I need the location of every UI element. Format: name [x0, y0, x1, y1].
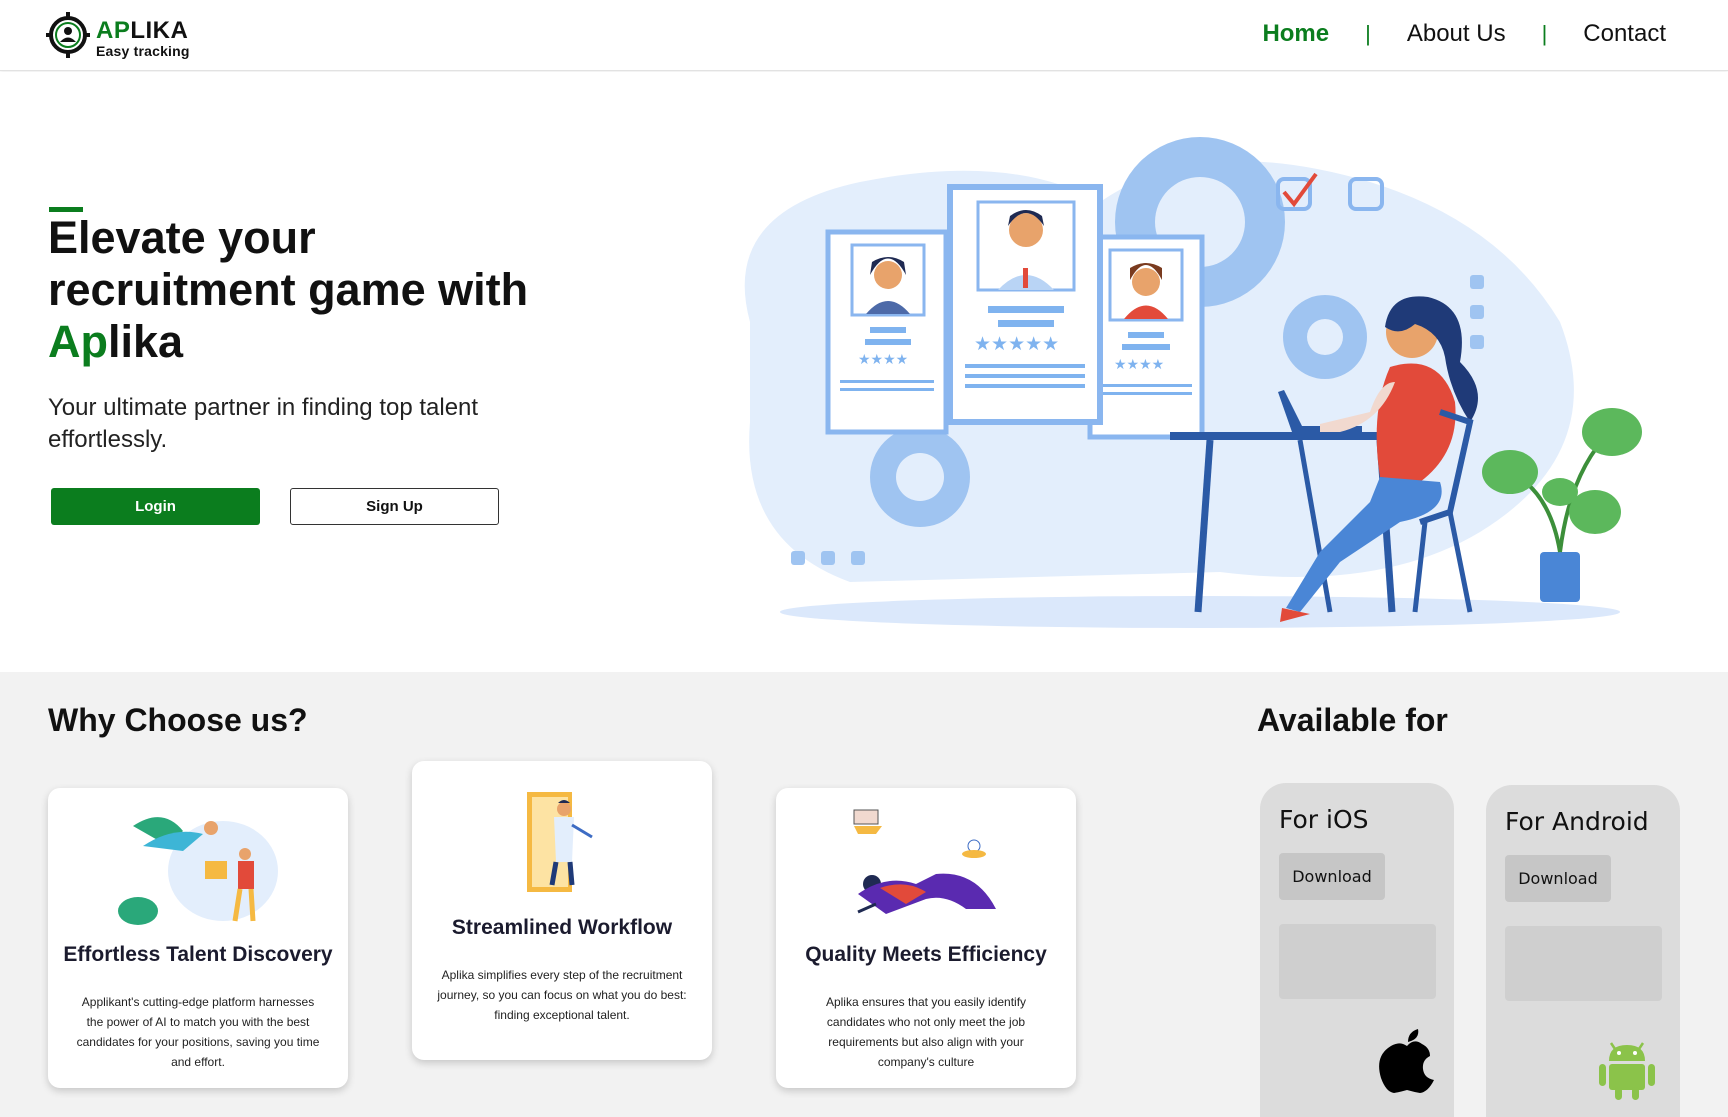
feature-card-streamlined-workflow: Streamlined Workflow Aplika simplifies e… — [412, 761, 712, 1060]
top-navbar: APLIKA Easy tracking Home | About Us | C… — [0, 0, 1728, 71]
nav-separator: | — [1365, 21, 1371, 46]
nav-separator: | — [1541, 21, 1548, 46]
android-icon — [1599, 1042, 1655, 1100]
card-title: Quality Meets Efficiency — [805, 943, 1047, 966]
hero-title: Elevate your recruitment game with Aplik… — [48, 212, 529, 367]
store-title: For iOS — [1279, 805, 1369, 834]
store-placeholder — [1505, 926, 1662, 1001]
ios-store-card: For iOS Download — [1260, 783, 1454, 1117]
why-choose-title: Why Choose us? — [48, 702, 308, 738]
hero-section: Elevate your recruitment game with Aplik… — [0, 72, 1728, 672]
nav-about-us[interactable]: About Us — [1407, 20, 1506, 48]
feature-card-talent-discovery: Effortless Talent Discovery Applikant's … — [48, 788, 348, 1088]
person-through-door-illustration — [527, 792, 593, 892]
apple-icon — [1379, 1029, 1434, 1093]
recruiter-at-laptop-illustration: ★★★★ ★★★★ ★★★★★ — [744, 137, 1642, 628]
logo-tagline: Easy tracking — [96, 43, 190, 59]
card-title: Streamlined Workflow — [451, 916, 673, 939]
relaxing-person-illustration — [853, 809, 996, 914]
logo-name: APLIKA — [96, 17, 189, 44]
nav-contact[interactable]: Contact — [1583, 20, 1666, 48]
card-title: Effortless Talent Discovery — [63, 943, 333, 966]
svg-text:★★★★: ★★★★ — [1114, 357, 1164, 373]
logo-target-icon — [46, 12, 90, 58]
store-placeholder — [1279, 924, 1436, 999]
signup-button[interactable]: Sign Up — [290, 488, 499, 525]
svg-text:★★★★: ★★★★ — [858, 352, 908, 368]
feature-card-quality-efficiency: Quality Meets Efficiency Aplika ensures … — [776, 788, 1076, 1088]
hero-subtitle: Your ultimate partner in finding top tal… — [48, 394, 479, 453]
svg-text:★★★★★: ★★★★★ — [974, 333, 1059, 355]
card-description: Aplika ensures that you easily identify … — [825, 995, 1027, 1069]
features-section: Why Choose us? Available for Effortless … — [0, 672, 1728, 1117]
android-download-button[interactable]: Download — [1505, 855, 1611, 902]
android-store-card: For Android Download — [1486, 785, 1680, 1117]
nav-home[interactable]: Home — [1262, 20, 1329, 48]
card-description: Aplika simplifies every step of the recr… — [437, 968, 687, 1022]
superhero-delivery-illustration — [118, 817, 278, 925]
logo[interactable]: APLIKA Easy tracking — [46, 9, 190, 59]
ios-download-button[interactable]: Download — [1279, 853, 1385, 900]
available-for-title: Available for — [1257, 702, 1448, 738]
card-description: Applikant's cutting-edge platform harnes… — [76, 995, 320, 1069]
store-title: For Android — [1505, 807, 1649, 836]
main-nav: Home | About Us | Contact — [1262, 20, 1666, 48]
login-button[interactable]: Login — [51, 488, 260, 525]
